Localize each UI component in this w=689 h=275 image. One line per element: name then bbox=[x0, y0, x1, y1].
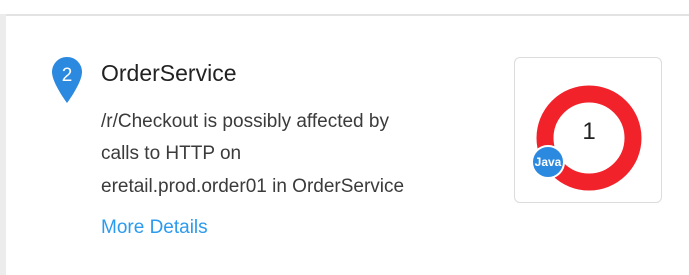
java-badge: Java bbox=[531, 145, 565, 179]
more-details-link[interactable]: More Details bbox=[101, 217, 208, 239]
map-pin-icon: 2 bbox=[52, 57, 82, 103]
description-line: /r/Checkout is possibly affected by bbox=[101, 111, 389, 132]
description-line: eretail.prod.order01 in OrderService bbox=[101, 176, 405, 197]
service-name: OrderService bbox=[101, 60, 237, 86]
problem-panel: 2 OrderService /r/Checkout is possibly a… bbox=[0, 0, 689, 275]
description-line: calls to HTTP on bbox=[101, 143, 242, 164]
marker-number: 2 bbox=[61, 65, 73, 86]
left-divider bbox=[0, 14, 6, 275]
affected-count: 1 bbox=[582, 118, 596, 145]
service-card[interactable]: 1 Java bbox=[514, 57, 662, 203]
top-divider bbox=[0, 14, 689, 16]
